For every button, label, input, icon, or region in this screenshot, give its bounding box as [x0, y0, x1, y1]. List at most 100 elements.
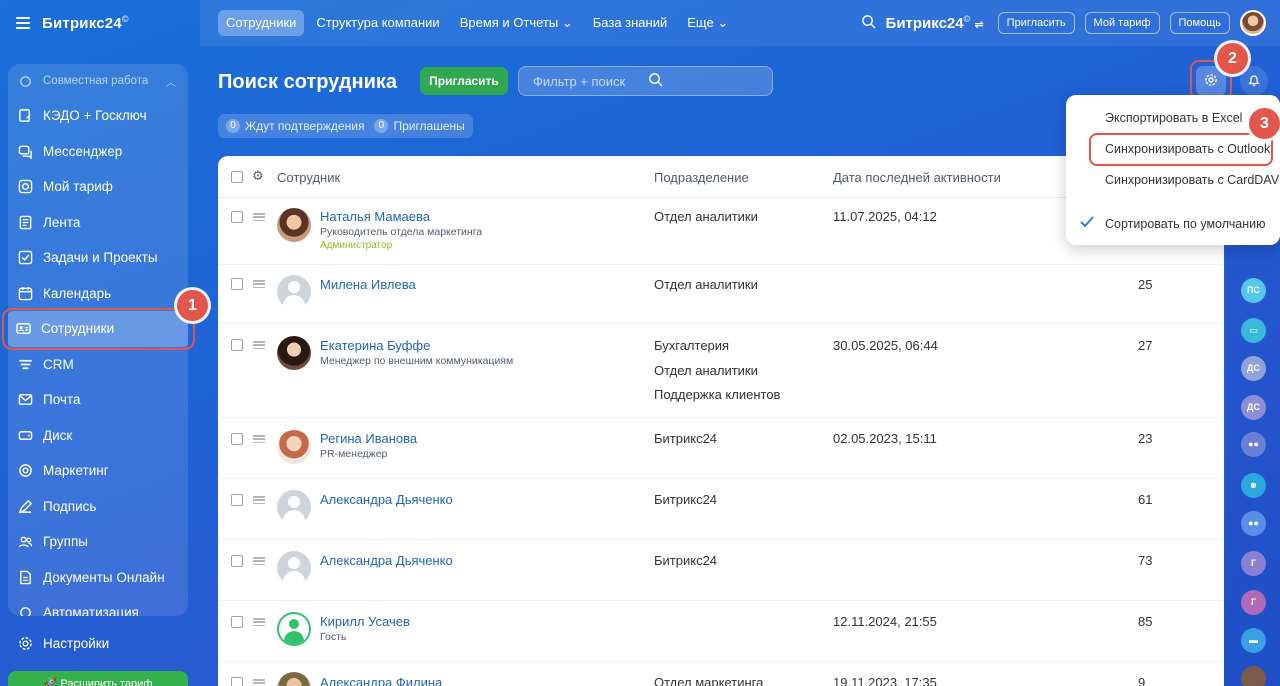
sidebar-item-label: Документы Онлайн: [43, 569, 165, 585]
select-all-checkbox[interactable]: [231, 171, 243, 183]
employee-department: Отдел маркетинга: [654, 675, 764, 686]
counter-label: Приглашены: [393, 119, 465, 133]
column-employee[interactable]: Сотрудник: [277, 170, 340, 185]
avatar[interactable]: [277, 430, 311, 464]
row-checkbox[interactable]: [231, 494, 243, 506]
avatar[interactable]: [277, 208, 311, 242]
rail-avatar[interactable]: [1241, 666, 1266, 686]
user-avatar[interactable]: [1240, 10, 1266, 36]
tab-company-structure[interactable]: Структура компании: [308, 10, 447, 36]
menu-item-export-excel[interactable]: Экспортировать в Excel: [1105, 111, 1242, 125]
counter-invited[interactable]: 0 Приглашены: [374, 119, 465, 133]
tab-more[interactable]: Еще ⌄: [679, 10, 736, 36]
rail-bot-icon[interactable]: ☻: [1241, 473, 1266, 498]
table-row[interactable]: Регина Иванова PR-менеджер Битрикс24 02.…: [218, 418, 1224, 479]
employee-name[interactable]: Милена Ивлева: [320, 277, 416, 292]
help-button[interactable]: Помощь: [1169, 12, 1230, 34]
menu-group-collaboration[interactable]: Совместная работа ︿: [8, 64, 188, 98]
tab-knowledge-base[interactable]: База знаний: [585, 10, 676, 36]
menu-item-sync-carddav[interactable]: Синхронизировать с CardDAV: [1105, 173, 1279, 187]
sidebar-item-calendar[interactable]: Календарь: [8, 276, 188, 312]
sidebar-item-automation[interactable]: Автоматизация: [8, 595, 188, 616]
counter-pending[interactable]: 0 Ждут подтверждения: [226, 119, 364, 133]
rail-avatar-group-icon[interactable]: ●●: [1241, 511, 1266, 536]
tab-time-reports[interactable]: Время и Отчеты ⌄: [452, 10, 581, 36]
notifications-button[interactable]: [1240, 66, 1268, 96]
row-checkbox[interactable]: [231, 278, 243, 290]
table-row[interactable]: Милена Ивлева Отдел аналитики 25: [218, 265, 1224, 324]
column-last-activity[interactable]: Дата последней активности: [833, 170, 1001, 185]
drag-handle-icon[interactable]: [253, 496, 265, 504]
rail-avatar[interactable]: ДС: [1241, 395, 1266, 420]
drag-handle-icon[interactable]: [253, 435, 265, 443]
rail-avatar[interactable]: ДС: [1241, 356, 1266, 381]
sidebar-item-tasks[interactable]: Задачи и Проекты: [8, 240, 188, 276]
my-tariff-button[interactable]: Мой тариф: [1084, 12, 1160, 34]
employee-name[interactable]: Александра Филина: [320, 675, 442, 686]
search-icon[interactable]: [648, 72, 763, 90]
table-row[interactable]: Кирилл Усачев Гость 12.11.2024, 21:55 85: [218, 601, 1224, 662]
sidebar-item-marketing[interactable]: Маркетинг: [8, 453, 188, 489]
sidebar-item-disk[interactable]: Диск: [8, 418, 188, 454]
employee-name[interactable]: Кирилл Усачев: [320, 614, 410, 629]
employee-name[interactable]: Александра Дьяченко: [320, 492, 453, 507]
rail-avatar[interactable]: Г: [1241, 590, 1266, 615]
drag-handle-icon[interactable]: [253, 341, 265, 349]
rail-chat-icon[interactable]: ▬: [1241, 628, 1266, 653]
table-row[interactable]: Екатерина Буффе Менеджер по внешним комм…: [218, 324, 1224, 418]
column-settings-icon[interactable]: ⚙: [252, 168, 264, 184]
sidebar-item-kedo[interactable]: КЭДО + Госключ: [8, 98, 188, 134]
table-row[interactable]: Александра Дьяченко Битрикс24 73: [218, 540, 1224, 601]
page-title: Поиск сотрудника: [218, 71, 397, 93]
sidebar-item-groups[interactable]: Группы: [8, 524, 188, 560]
avatar[interactable]: [277, 336, 311, 370]
sidebar-item-settings[interactable]: Настройки: [18, 636, 109, 651]
top-brand-logo[interactable]: Битрикс24© ⇌: [886, 14, 984, 32]
avatar[interactable]: [277, 490, 311, 524]
guest-avatar[interactable]: [277, 612, 311, 646]
employee-name[interactable]: Екатерина Буффе: [320, 338, 430, 353]
row-checkbox[interactable]: [231, 339, 243, 351]
invite-button[interactable]: Пригласить: [420, 67, 508, 95]
avatar[interactable]: [277, 551, 311, 585]
sidebar-item-feed[interactable]: Лента: [8, 205, 188, 241]
sidebar-item-label: Маркетинг: [43, 463, 109, 479]
drag-handle-icon[interactable]: [253, 679, 265, 686]
employee-name[interactable]: Регина Иванова: [320, 431, 417, 446]
rail-avatar[interactable]: ПС: [1241, 278, 1266, 303]
table-row[interactable]: Александра Филина Отдел маркетинга 19.11…: [218, 662, 1224, 686]
row-checkbox[interactable]: [231, 211, 243, 223]
row-checkbox[interactable]: [231, 433, 243, 445]
employee-name[interactable]: Наталья Мамаева: [320, 209, 430, 224]
row-checkbox[interactable]: [231, 677, 243, 686]
employee-name[interactable]: Александра Дьяченко: [320, 553, 453, 568]
tab-employees[interactable]: Сотрудники: [218, 10, 305, 36]
invite-top-button[interactable]: Пригласить: [997, 12, 1075, 34]
drag-handle-icon[interactable]: [253, 618, 265, 626]
upgrade-tariff-button[interactable]: 🚀 Расширить тариф: [8, 671, 188, 686]
avatar[interactable]: [277, 275, 311, 309]
search-input[interactable]: Фильтр + поиск: [518, 66, 773, 96]
rail-avatar-card-icon[interactable]: ▭: [1241, 318, 1266, 343]
sidebar-item-signature[interactable]: Подпись: [8, 489, 188, 525]
drag-handle-icon[interactable]: [253, 213, 265, 221]
avatar[interactable]: [277, 672, 311, 686]
column-department[interactable]: Подразделение: [654, 170, 749, 185]
sidebar-item-tariff[interactable]: Мой тариф: [8, 169, 188, 205]
sidebar-item-crm[interactable]: CRM: [8, 347, 188, 383]
drag-handle-icon[interactable]: [253, 557, 265, 565]
rail-avatar-group-icon[interactable]: ●●: [1241, 432, 1266, 457]
brand-logo[interactable]: Битрикс24©: [42, 14, 129, 32]
menu-item-default-sort[interactable]: Сортировать по умолчанию: [1105, 217, 1265, 231]
drag-handle-icon[interactable]: [253, 280, 265, 288]
sidebar-item-documents[interactable]: Документы Онлайн: [8, 560, 188, 596]
rail-avatar[interactable]: Г: [1241, 551, 1266, 576]
sidebar-item-messenger[interactable]: Мессенджер: [8, 134, 188, 170]
chevron-up-icon[interactable]: ︿: [166, 74, 176, 89]
row-checkbox[interactable]: [231, 555, 243, 567]
table-row[interactable]: Александра Дьяченко Битрикс24 61: [218, 479, 1224, 540]
menu-burger-icon[interactable]: [16, 17, 30, 29]
search-icon[interactable]: [861, 14, 876, 32]
row-checkbox[interactable]: [231, 616, 243, 628]
sidebar-item-mail[interactable]: Почта: [8, 382, 188, 418]
